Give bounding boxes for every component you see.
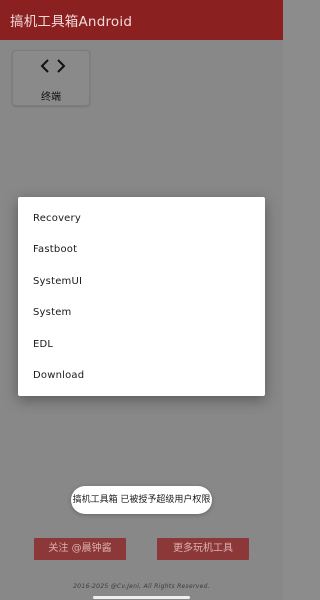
dialog-item-recovery[interactable]: Recovery [33, 209, 81, 229]
code-icon [40, 59, 66, 73]
home-indicator[interactable] [93, 596, 190, 599]
follow-button[interactable]: 关注 @晨钟酱 [34, 538, 126, 560]
dialog-item-system[interactable]: System [33, 303, 72, 323]
superuser-toast: 搞机工具箱 已被授予超级用户权限 [71, 486, 212, 514]
copyright-footer: 2016-2025 @Cv.Jeni, All Rights Reserved. [73, 583, 210, 590]
dialog-item-systemui[interactable]: SystemUI [33, 272, 82, 292]
terminal-label: 终端 [41, 92, 61, 103]
dialog-item-edl[interactable]: EDL [33, 335, 53, 355]
terminal-tile[interactable]: 终端 [12, 50, 90, 106]
more-tools-button[interactable]: 更多玩机工具 [157, 538, 249, 560]
dialog-item-fastboot[interactable]: Fastboot [33, 240, 77, 260]
app-bar: 搞机工具箱Android [0, 0, 283, 40]
boot-mode-dialog: Recovery Fastboot SystemUI System EDL Do… [18, 197, 265, 396]
dialog-item-download[interactable]: Download [33, 366, 84, 386]
app-title: 搞机工具箱Android [10, 14, 133, 30]
